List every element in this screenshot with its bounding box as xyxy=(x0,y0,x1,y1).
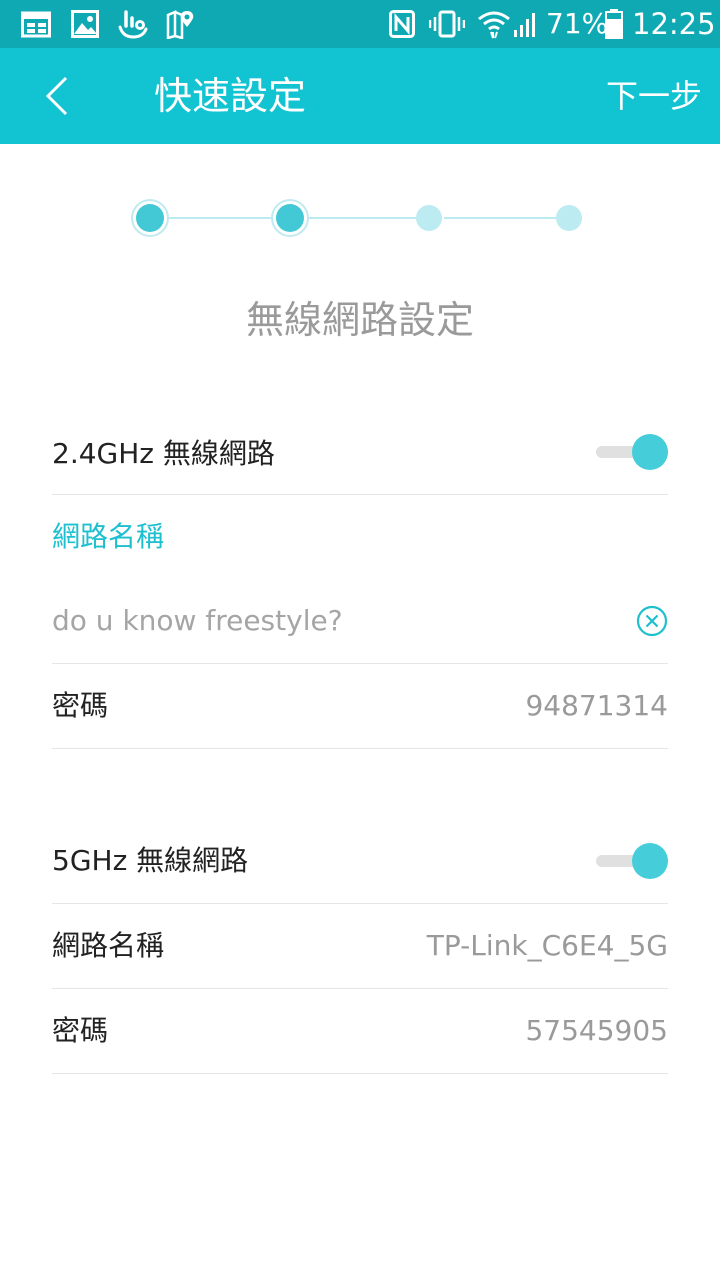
app-bar: 快速設定 下一步 xyxy=(0,48,720,144)
battery-percent: 71% xyxy=(546,7,609,40)
band-24-password-label: 密碼 xyxy=(52,689,109,722)
band-5-password-label: 密碼 xyxy=(52,1014,109,1047)
vibrate-icon xyxy=(428,8,466,40)
band-5-ssid-row[interactable]: 網路名稱 TP-Link_C6E4_5G xyxy=(52,904,668,989)
step-connector xyxy=(304,217,418,219)
clock: 12:25 xyxy=(632,7,716,41)
band-24-password-row[interactable]: 密碼 94871314 xyxy=(52,664,668,749)
band-24-toggle[interactable] xyxy=(596,434,668,470)
calendar-icon xyxy=(20,8,52,40)
toggle-knob xyxy=(632,434,668,470)
band-5-row: 5GHz 無線網路 xyxy=(52,820,668,904)
band-24-ssid-label: 網路名稱 xyxy=(52,520,165,553)
nfc-icon xyxy=(388,8,416,40)
toggle-knob xyxy=(632,843,668,879)
close-circle-icon xyxy=(636,605,668,637)
next-button[interactable]: 下一步 xyxy=(606,74,702,118)
band-5-toggle[interactable] xyxy=(596,843,668,879)
step-connector xyxy=(164,217,274,219)
band-24-password-value: 94871314 xyxy=(525,689,668,722)
chevron-left-icon xyxy=(45,76,68,116)
band-5-ssid-value: TP-Link_C6E4_5G xyxy=(426,929,668,962)
step-connector xyxy=(444,217,558,219)
status-bar: 71% 12:25 xyxy=(0,0,720,48)
step-2-dot xyxy=(276,204,304,232)
band-24-row: 2.4GHz 無線網路 xyxy=(52,412,668,495)
step-indicator xyxy=(0,190,720,246)
step-1-dot xyxy=(136,204,164,232)
band-24-ssid-field[interactable]: 網路名稱 do u know freestyle? xyxy=(52,495,668,664)
step-3-dot xyxy=(416,205,442,231)
step-4-dot xyxy=(556,205,582,231)
clear-ssid-button[interactable] xyxy=(636,605,668,637)
signal-icon xyxy=(512,8,540,40)
wifi-icon xyxy=(476,8,512,40)
band-5-password-row[interactable]: 密碼 57545905 xyxy=(52,989,668,1074)
section-heading: 無線網路設定 xyxy=(245,298,474,342)
page-title: 快速設定 xyxy=(154,74,307,118)
battery-icon xyxy=(604,8,624,40)
back-button[interactable] xyxy=(30,68,86,124)
band-24-label: 2.4GHz 無線網路 xyxy=(52,437,275,470)
hand-icon xyxy=(116,8,150,40)
band-24-ssid-input[interactable]: do u know freestyle? xyxy=(52,601,343,641)
image-icon xyxy=(70,8,100,40)
band-5-ssid-label: 網路名稱 xyxy=(52,929,165,962)
band-5-password-value: 57545905 xyxy=(525,1014,668,1047)
map-pin-icon xyxy=(164,8,196,40)
band-5-label: 5GHz 無線網路 xyxy=(52,844,249,877)
